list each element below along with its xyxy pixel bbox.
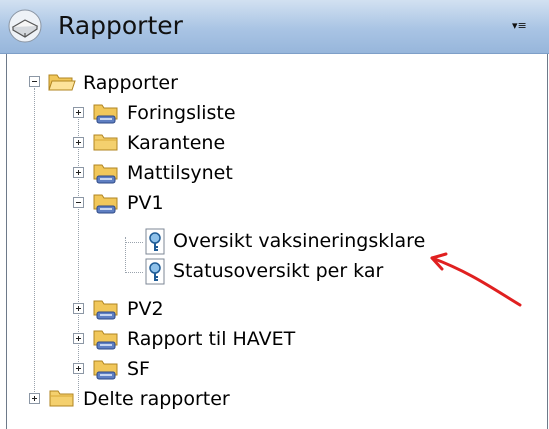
expand-icon[interactable] xyxy=(29,393,40,404)
tree-node-label: Mattilsynet xyxy=(127,162,233,184)
shared-folder-icon xyxy=(93,300,118,320)
tree-node-label: Karantene xyxy=(127,132,226,154)
expand-icon[interactable] xyxy=(73,107,84,118)
collapse-icon[interactable] xyxy=(73,197,84,208)
shared-folder-icon xyxy=(93,360,118,380)
panel-title: Rapporter xyxy=(58,11,183,40)
tree-node-sf[interactable]: SF xyxy=(7,354,307,384)
report-label: Oversikt vaksineringsklare xyxy=(173,230,426,252)
shared-folder-icon xyxy=(93,104,118,124)
tree-node-label: Delte rapporter xyxy=(83,388,230,410)
tree-node-label: PV2 xyxy=(127,298,164,320)
tree-node-mattilsynet[interactable]: Mattilsynet xyxy=(7,158,307,188)
expand-icon[interactable] xyxy=(73,303,84,314)
report-key-icon xyxy=(145,228,165,255)
tree-node-label: SF xyxy=(127,358,150,380)
shared-folder-icon xyxy=(93,194,118,214)
tree-node-label: Rapport til HAVET xyxy=(127,328,296,350)
expand-icon[interactable] xyxy=(73,137,84,148)
tree-node-delte-rapporter[interactable]: Delte rapporter xyxy=(7,384,307,414)
panel-menu-button[interactable]: ▾≡ xyxy=(512,19,534,33)
report-key-icon xyxy=(145,258,165,285)
folder-icon xyxy=(49,390,74,407)
tree-node-pv1[interactable]: PV1 xyxy=(7,188,307,218)
report-tree: Rapporter Foringsliste Karantene Mattils… xyxy=(6,54,548,429)
expand-icon[interactable] xyxy=(73,333,84,344)
tree-node-label: Foringsliste xyxy=(127,102,236,124)
panel-header: Rapporter ▾≡ xyxy=(0,0,549,54)
folder-icon xyxy=(93,134,118,151)
collapse-icon[interactable] xyxy=(29,76,40,87)
tree-node-label: Rapporter xyxy=(83,72,178,94)
reports-icon xyxy=(8,9,42,43)
report-item-oversikt-vaksineringsklare[interactable]: Oversikt vaksineringsklare xyxy=(7,228,437,258)
tree-node-foringsliste[interactable]: Foringsliste xyxy=(7,98,307,128)
tree-node-karantene[interactable]: Karantene xyxy=(7,128,307,158)
tree-node-rapport-til-havet[interactable]: Rapport til HAVET xyxy=(7,324,307,354)
tree-node-rapporter[interactable]: Rapporter xyxy=(7,68,307,98)
report-item-statusoversikt-per-kar[interactable]: Statusoversikt per kar xyxy=(7,258,437,288)
expand-icon[interactable] xyxy=(73,363,84,374)
shared-folder-icon xyxy=(93,330,118,350)
folder-open-icon xyxy=(48,74,76,91)
shared-folder-icon xyxy=(93,164,118,184)
report-label: Statusoversikt per kar xyxy=(173,260,384,282)
tree-node-label: PV1 xyxy=(127,192,164,214)
tree-node-pv2[interactable]: PV2 xyxy=(7,294,307,324)
expand-icon[interactable] xyxy=(73,167,84,178)
